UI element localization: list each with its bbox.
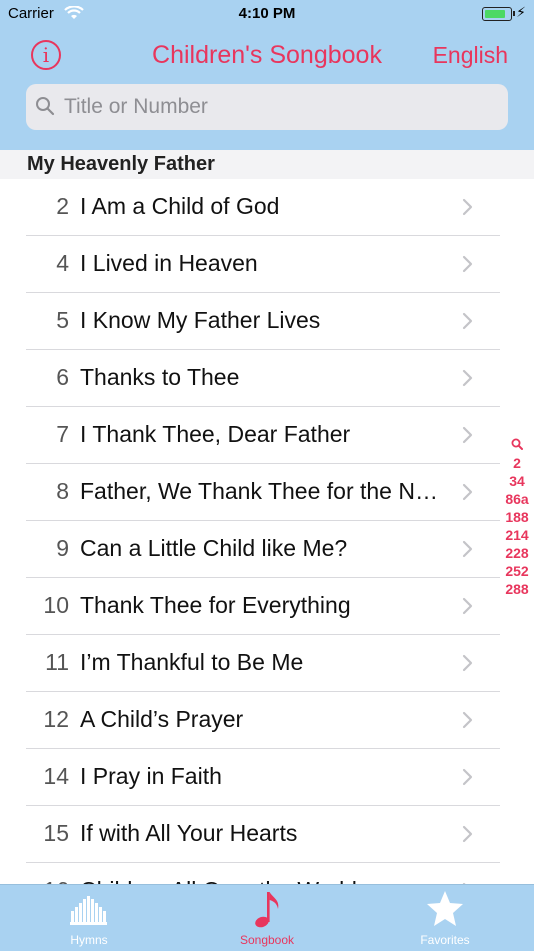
song-title: I Know My Father Lives: [80, 307, 321, 333]
chevron-right-icon: [462, 483, 473, 501]
chevron-right-icon: [462, 255, 473, 273]
tab-favorites[interactable]: Favorites: [356, 885, 534, 951]
index-search-icon[interactable]: [500, 436, 534, 454]
tab-label: Favorites: [420, 933, 470, 947]
song-number: 16: [0, 877, 69, 884]
song-title: Thanks to Thee: [80, 364, 240, 390]
tab-hymns[interactable]: Hymns: [0, 885, 178, 951]
tab-songbook[interactable]: Songbook: [178, 885, 356, 951]
clock: 4:10 PM: [238, 5, 296, 22]
song-number: 4: [56, 250, 69, 276]
star-icon: [427, 891, 463, 926]
index-entry[interactable]: 188: [500, 508, 534, 526]
song-row[interactable]: 8 Father, We Thank Thee for the Night: [0, 464, 534, 521]
language-button[interactable]: English: [433, 42, 508, 69]
search-placeholder: Title or Number: [64, 95, 208, 118]
song-row[interactable]: 4 I Lived in Heaven: [0, 236, 534, 293]
chevron-right-icon: [462, 540, 473, 558]
search-icon: [511, 438, 523, 450]
music-note-icon: [255, 892, 279, 928]
search-icon: [36, 97, 55, 116]
song-row[interactable]: 10 Thank Thee for Everything: [0, 578, 534, 635]
chevron-right-icon: [462, 369, 473, 387]
index-entry[interactable]: 228: [500, 544, 534, 562]
index-entry[interactable]: 86a: [500, 490, 534, 508]
song-title: Father, We Thank Thee for the Night: [80, 478, 440, 504]
song-number: 14: [43, 763, 69, 789]
tab-label: Songbook: [239, 933, 295, 947]
organ-icon: [70, 896, 107, 925]
search-input[interactable]: Title or Number: [26, 84, 508, 130]
song-number: 8: [56, 478, 69, 504]
section-header: My Heavenly Father: [0, 150, 534, 179]
song-title: I Lived in Heaven: [80, 250, 258, 276]
song-number: 5: [56, 307, 69, 333]
song-title: A Child’s Prayer: [80, 706, 244, 732]
chevron-right-icon: [462, 597, 473, 615]
song-number: 11: [45, 649, 69, 675]
index-entry[interactable]: 34: [500, 472, 534, 490]
chevron-right-icon: [462, 198, 473, 216]
chevron-right-icon: [462, 825, 473, 843]
index-entry[interactable]: 288: [500, 580, 534, 598]
battery-icon: [482, 7, 515, 21]
song-number: 2: [56, 193, 69, 219]
song-list[interactable]: 2I Am a Child of God 4 I Lived in Heaven 5 I…: [0, 179, 534, 884]
song-number: 6: [56, 364, 69, 390]
song-number: 10: [43, 592, 69, 618]
chevron-right-icon: [462, 312, 473, 330]
song-row[interactable]: 15 If with All Your Hearts: [0, 806, 534, 863]
song-title: I Thank Thee, Dear Father: [80, 421, 351, 447]
nav-bar: i Children's Songbook English Title or N…: [0, 28, 534, 150]
tab-label: Hymns: [70, 933, 108, 947]
song-row[interactable]: 9 Can a Little Child like Me?: [0, 521, 534, 578]
chevron-right-icon: [462, 654, 473, 672]
status-bar: Carrier 4:10 PM ⚡: [0, 0, 534, 28]
song-title: I Am a Child of God: [80, 193, 280, 219]
song-title: Children All Over the World: [80, 877, 440, 884]
song-number: 12: [43, 706, 69, 732]
section-title: My Heavenly Father: [27, 153, 215, 175]
song-number: 15: [43, 820, 69, 846]
song-title: Can a Little Child like Me?: [80, 535, 348, 561]
index-entry[interactable]: 2: [500, 454, 534, 472]
index-entry[interactable]: 214: [500, 526, 534, 544]
song-row[interactable]: 7 I Thank Thee, Dear Father: [0, 407, 534, 464]
song-row[interactable]: 14 I Pray in Faith: [0, 749, 534, 806]
song-title: I Pray in Faith: [80, 763, 222, 789]
song-row[interactable]: 6 Thanks to Thee: [0, 350, 534, 407]
song-row[interactable]: 2 I Am a Child of God: [0, 179, 534, 236]
song-row[interactable]: 16 Children All Over the World: [0, 863, 534, 884]
tab-bar: Hymns Songbook Favorites: [0, 884, 534, 951]
song-title: If with All Your Hearts: [80, 820, 298, 846]
song-row[interactable]: 11 I’m Thankful to Be Me: [0, 635, 534, 692]
section-index[interactable]: 2 34 86a 188 214 228 252 288: [500, 436, 534, 598]
song-number: 9: [56, 535, 69, 561]
chevron-right-icon: [462, 768, 473, 786]
chevron-right-icon: [462, 426, 473, 444]
song-row[interactable]: 12 A Child’s Prayer: [0, 692, 534, 749]
song-number: 7: [56, 421, 69, 447]
song-row[interactable]: 5 I Know My Father Lives: [0, 293, 534, 350]
index-entry[interactable]: 252: [500, 562, 534, 580]
song-title: I’m Thankful to Be Me: [80, 649, 304, 675]
song-title: Thank Thee for Everything: [80, 592, 351, 618]
charging-icon: ⚡: [516, 4, 526, 20]
chevron-right-icon: [462, 711, 473, 729]
